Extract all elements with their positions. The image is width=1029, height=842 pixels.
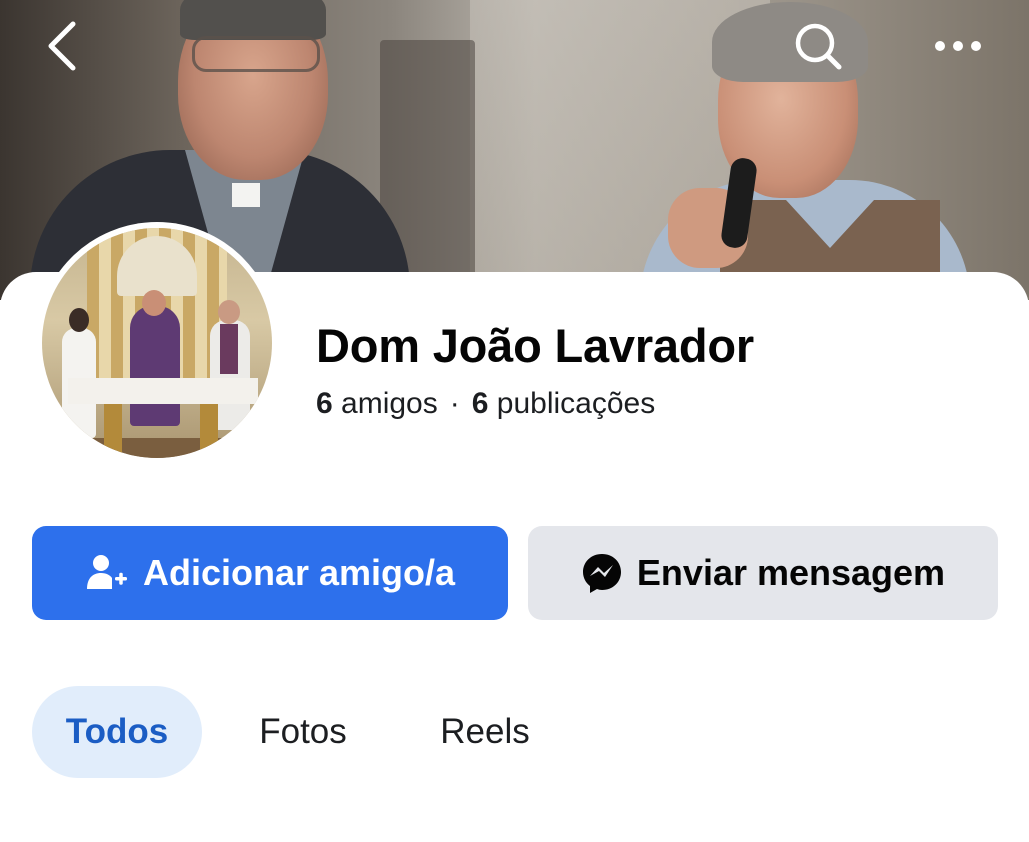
search-icon bbox=[795, 23, 842, 70]
cover-person-left-glasses bbox=[192, 36, 320, 72]
posts-count: 6 bbox=[471, 387, 489, 420]
chevron-left-icon bbox=[48, 21, 76, 71]
friends-count: 6 bbox=[316, 387, 333, 420]
add-friend-button[interactable]: Adicionar amigo/a bbox=[32, 526, 508, 620]
avatar-priest bbox=[130, 306, 180, 426]
profile-stats: 6 amigos · 6 publicações bbox=[316, 387, 655, 421]
more-options-button[interactable] bbox=[930, 18, 986, 74]
more-horizontal-icon bbox=[935, 41, 981, 51]
profile-name: Dom João Lavrador bbox=[316, 319, 754, 372]
avatar-altar-table bbox=[68, 378, 258, 404]
friends-label: amigos bbox=[341, 387, 438, 420]
stats-separator: · bbox=[449, 387, 460, 420]
avatar-floor bbox=[42, 438, 272, 458]
avatar-altar-leg bbox=[104, 404, 122, 454]
tab-reels[interactable]: Reels bbox=[410, 686, 560, 778]
messenger-icon bbox=[582, 554, 621, 593]
back-button[interactable] bbox=[34, 18, 90, 74]
avatar-altar-server-left-head bbox=[69, 308, 89, 332]
send-message-label: Enviar mensagem bbox=[636, 552, 946, 593]
tab-fotos[interactable]: Fotos bbox=[228, 686, 378, 778]
avatar-priest-head bbox=[142, 290, 166, 316]
add-person-icon bbox=[86, 555, 127, 589]
avatar-image bbox=[42, 228, 272, 458]
profile-page: Dom João Lavrador 6 amigos · 6 publicações… bbox=[0, 0, 1029, 842]
cover-person-left-hair bbox=[180, 0, 326, 40]
avatar-altar-leg bbox=[200, 404, 218, 454]
add-friend-label: Adicionar amigo/a bbox=[142, 552, 456, 593]
tab-todos[interactable]: Todos bbox=[32, 686, 202, 778]
friends-link[interactable]: 6 amigos bbox=[316, 387, 438, 420]
posts-label: publicações bbox=[496, 387, 656, 420]
avatar-altar-server-right-stole bbox=[220, 324, 238, 374]
cover-person-left-collar bbox=[232, 183, 260, 207]
profile-avatar[interactable] bbox=[36, 222, 278, 464]
search-button[interactable] bbox=[790, 18, 846, 74]
posts-link[interactable]: 6 publicações bbox=[472, 387, 655, 420]
avatar-altar-server-right-head bbox=[218, 300, 240, 324]
send-message-button[interactable]: Enviar mensagem bbox=[528, 526, 998, 620]
